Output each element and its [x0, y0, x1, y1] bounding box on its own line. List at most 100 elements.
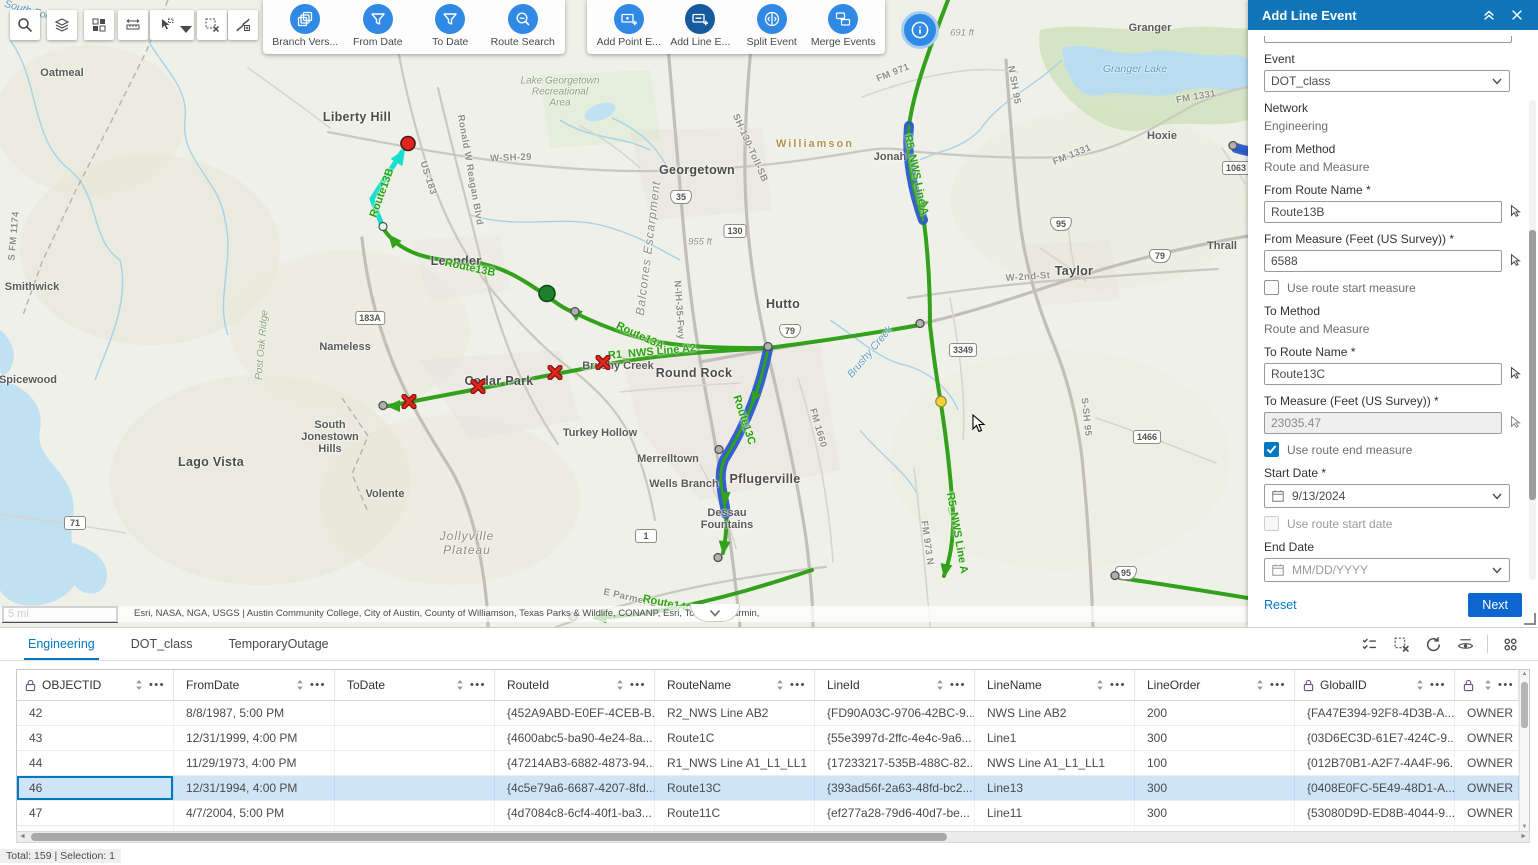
table-cell[interactable]: {03D6EC3D-61E7-424C-9... [1295, 726, 1455, 750]
use-route-start-date-checkbox[interactable] [1264, 516, 1279, 531]
table-cell[interactable]: {FD90A03C-9706-42BC-9... [815, 701, 975, 725]
column-header-fromdate[interactable]: FromDate••• [174, 670, 335, 700]
table-cell[interactable]: {53080D9D-ED8B-4044-9... [1295, 801, 1455, 825]
table-cell[interactable]: OWNER [1455, 776, 1519, 800]
add-point-e--button[interactable]: Add Point E... [593, 4, 665, 48]
table-cell[interactable]: OWNER [1455, 701, 1519, 725]
table-cell[interactable]: 44 [17, 751, 174, 775]
add-line-e--button[interactable]: Add Line E... [665, 4, 737, 48]
table-cell[interactable]: Route1C [655, 726, 815, 750]
column-menu-icon[interactable]: ••• [630, 679, 646, 691]
select-button[interactable] [150, 10, 194, 40]
from-route-name-input[interactable] [1264, 201, 1502, 223]
table-cell[interactable]: Line13 [975, 776, 1135, 800]
to-route-name-input[interactable] [1264, 363, 1502, 385]
sort-icon[interactable] [135, 679, 143, 691]
show-selected-records-button[interactable] [1355, 630, 1383, 658]
table-cell[interactable]: 43 [17, 726, 174, 750]
column-menu-icon[interactable]: ••• [1110, 679, 1126, 691]
column-header-create[interactable]: create••• [1455, 670, 1519, 700]
table-cell[interactable] [335, 701, 495, 725]
info-button[interactable] [901, 11, 939, 49]
column-menu-icon[interactable]: ••• [1270, 679, 1286, 691]
route-picker-icon[interactable] [1508, 366, 1522, 383]
search-button[interactable] [10, 10, 40, 40]
table-cell[interactable]: R1_NWS Line A1_L1_LL1 [655, 751, 815, 775]
merge-events-button[interactable]: Merge Events [808, 4, 880, 48]
table-cell[interactable] [335, 801, 495, 825]
use-route-start-measure-checkbox[interactable] [1264, 280, 1279, 295]
panel-resize-handle[interactable] [1524, 613, 1536, 625]
table-cell[interactable]: {0408E0FC-5E49-48D1-A... [1295, 776, 1455, 800]
table-cell[interactable]: 11/29/1973, 4:00 PM [174, 751, 335, 775]
panel-scrollbar[interactable] [1529, 100, 1536, 580]
column-menu-icon[interactable]: ••• [1430, 679, 1446, 691]
table-cell[interactable]: {012B70B1-A2F7-4A4F-96... [1295, 751, 1455, 775]
sort-icon[interactable] [616, 679, 624, 691]
trace-route-button[interactable] [228, 10, 258, 40]
table-cell[interactable]: 42 [17, 701, 174, 725]
close-icon[interactable] [1510, 6, 1528, 24]
table-cell[interactable]: {17233217-535B-488C-82... [815, 751, 975, 775]
sort-icon[interactable] [456, 679, 464, 691]
column-header-lineorder[interactable]: LineOrder••• [1135, 670, 1295, 700]
table-cell[interactable]: 12/31/1994, 4:00 PM [174, 776, 335, 800]
table-row[interactable]: 4312/31/1999, 4:00 PM{4600abc5-ba90-4e24… [17, 726, 1529, 751]
table-cell[interactable]: {ef277a28-79d6-40d7-be... [815, 801, 975, 825]
table-cell[interactable] [335, 726, 495, 750]
column-header-routename[interactable]: RouteName••• [655, 670, 815, 700]
collapse-icon[interactable] [1482, 6, 1500, 24]
end-date-picker[interactable]: MM/DD/YYYY [1264, 558, 1510, 582]
to-measure-input[interactable] [1264, 412, 1502, 434]
table-cell[interactable]: 300 [1135, 726, 1295, 750]
sort-icon[interactable] [1096, 679, 1104, 691]
split-event-button[interactable]: Split Event [736, 4, 808, 48]
table-cell[interactable]: 300 [1135, 801, 1295, 825]
route-search-button[interactable]: Route Search [487, 4, 559, 48]
column-header-linename[interactable]: LineName••• [975, 670, 1135, 700]
column-header-routeid[interactable]: RouteId••• [495, 670, 655, 700]
column-menu-icon[interactable]: ••• [790, 679, 806, 691]
reset-button[interactable]: Reset [1264, 598, 1468, 612]
table-cell[interactable]: R2_NWS Line AB2 [655, 701, 815, 725]
refresh-button[interactable] [1419, 630, 1447, 658]
table-cell[interactable]: Line11 [975, 801, 1135, 825]
sort-icon[interactable] [1256, 679, 1264, 691]
table-cell[interactable]: {452A9ABD-E0EF-4CEB-B... [495, 701, 655, 725]
route-picker-icon[interactable] [1508, 204, 1522, 221]
table-cell[interactable]: NWS Line AB2 [975, 701, 1135, 725]
table-cell[interactable]: 300 [1135, 776, 1295, 800]
table-cell[interactable]: {4600abc5-ba90-4e24-8a... [495, 726, 655, 750]
column-header-lineid[interactable]: LineId••• [815, 670, 975, 700]
table-vertical-scrollbar[interactable]: ▲▼ [1519, 670, 1529, 831]
use-route-end-measure-checkbox[interactable] [1264, 442, 1279, 457]
table-cell[interactable]: {55e3997d-2ffc-4e4c-9a6... [815, 726, 975, 750]
column-menu-icon[interactable]: ••• [149, 679, 165, 691]
branch-vers--button[interactable]: Branch Vers... [269, 4, 341, 48]
table-cell[interactable]: {FA47E394-92F8-4D3B-A... [1295, 701, 1455, 725]
table-cell[interactable]: Route13C [655, 776, 815, 800]
event-select[interactable]: DOT_class [1264, 70, 1510, 92]
table-cell[interactable]: 4/7/2004, 5:00 PM [174, 801, 335, 825]
table-cell[interactable]: NWS Line A1_L1_LL1 [975, 751, 1135, 775]
chevron-down-icon[interactable] [178, 21, 186, 29]
column-header-objectid[interactable]: OBJECTID••• [17, 670, 174, 700]
basemap-grid-button[interactable] [84, 10, 114, 40]
table-cell[interactable]: 200 [1135, 701, 1295, 725]
next-button[interactable]: Next [1468, 593, 1522, 617]
table-cell[interactable] [335, 751, 495, 775]
column-menu-icon[interactable]: ••• [470, 679, 486, 691]
table-cell[interactable] [335, 776, 495, 800]
table-cell[interactable]: 8/8/1987, 5:00 PM [174, 701, 335, 725]
table-cell[interactable]: 100 [1135, 751, 1295, 775]
clear-selection-button[interactable] [197, 10, 227, 40]
start-date-picker[interactable]: 9/13/2024 [1264, 484, 1510, 508]
table-cell[interactable]: 47 [17, 801, 174, 825]
table-cell[interactable]: Route11C [655, 801, 815, 825]
column-header-todate[interactable]: ToDate••• [335, 670, 495, 700]
table-cell[interactable]: {393ad56f-2a63-48fd-bc2... [815, 776, 975, 800]
sort-icon[interactable] [776, 679, 784, 691]
table-cell[interactable]: OWNER [1455, 751, 1519, 775]
column-menu-icon[interactable]: ••• [950, 679, 966, 691]
sort-icon[interactable] [1484, 679, 1492, 691]
